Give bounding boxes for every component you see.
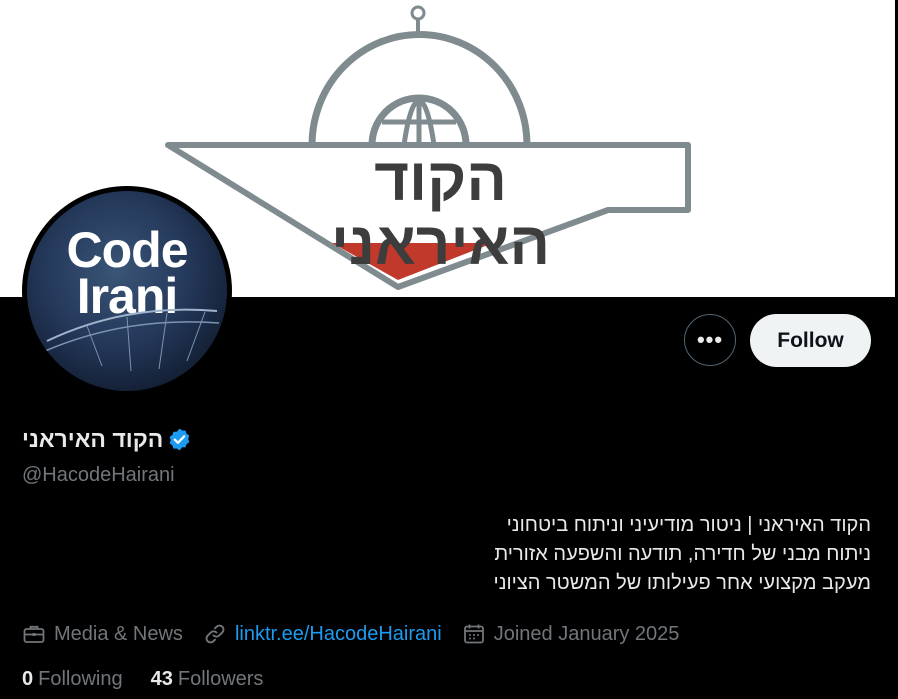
banner-logo-text: הקוד האיראני [330,146,551,277]
display-name: הקוד האיראני [22,426,164,452]
join-date-label: Joined January 2025 [493,622,680,645]
verified-badge-icon[interactable] [167,427,192,452]
handle: @HacodeHairani [22,464,175,486]
join-date: Joined January 2025 [462,622,680,646]
website[interactable]: linktr.ee/HacodeHairani [203,622,442,646]
avatar-image: Code Irani [27,191,227,391]
satellite-dish-graphic [44,308,220,372]
avatar[interactable]: Code Irani [22,186,232,396]
category-label: Media & News [54,622,183,645]
bio: הקוד האיראני | ניטור מודיעיני וניתוח ביט… [271,511,872,598]
followers-link[interactable]: 43 Followers [151,668,264,691]
more-icon: ••• [696,327,724,352]
calendar-icon [463,624,484,644]
profile-meta: Media & News linktr.ee/HacodeHairani Joi… [22,620,699,648]
bio-line: מעקב מקצועי אחר פעילותו של המשטר הציוני [493,572,872,594]
followers-count: 43 [150,668,173,690]
category: Media & News [22,622,183,646]
bio-line: הקוד האיראני | ניטור מודיעיני וניתוח ביט… [506,514,871,536]
more-options-button[interactable]: ••• [684,314,736,366]
following-count: 0 [22,668,34,690]
following-link[interactable]: 0 Following [22,668,123,691]
link-icon [205,624,225,644]
website-link[interactable]: linktr.ee/HacodeHairani [235,623,442,646]
followers-label: Followers [177,668,264,690]
bio-line: ניתוח מבני של חדירה, תודעה והשפעה אזורית [494,543,871,565]
profile-name-row: הקוד האיראני [22,426,192,453]
follow-button[interactable]: Follow [750,314,871,367]
following-label: Following [38,668,123,690]
briefcase-icon [23,625,45,643]
follow-stats: 0 Following 43 Followers [22,668,291,691]
